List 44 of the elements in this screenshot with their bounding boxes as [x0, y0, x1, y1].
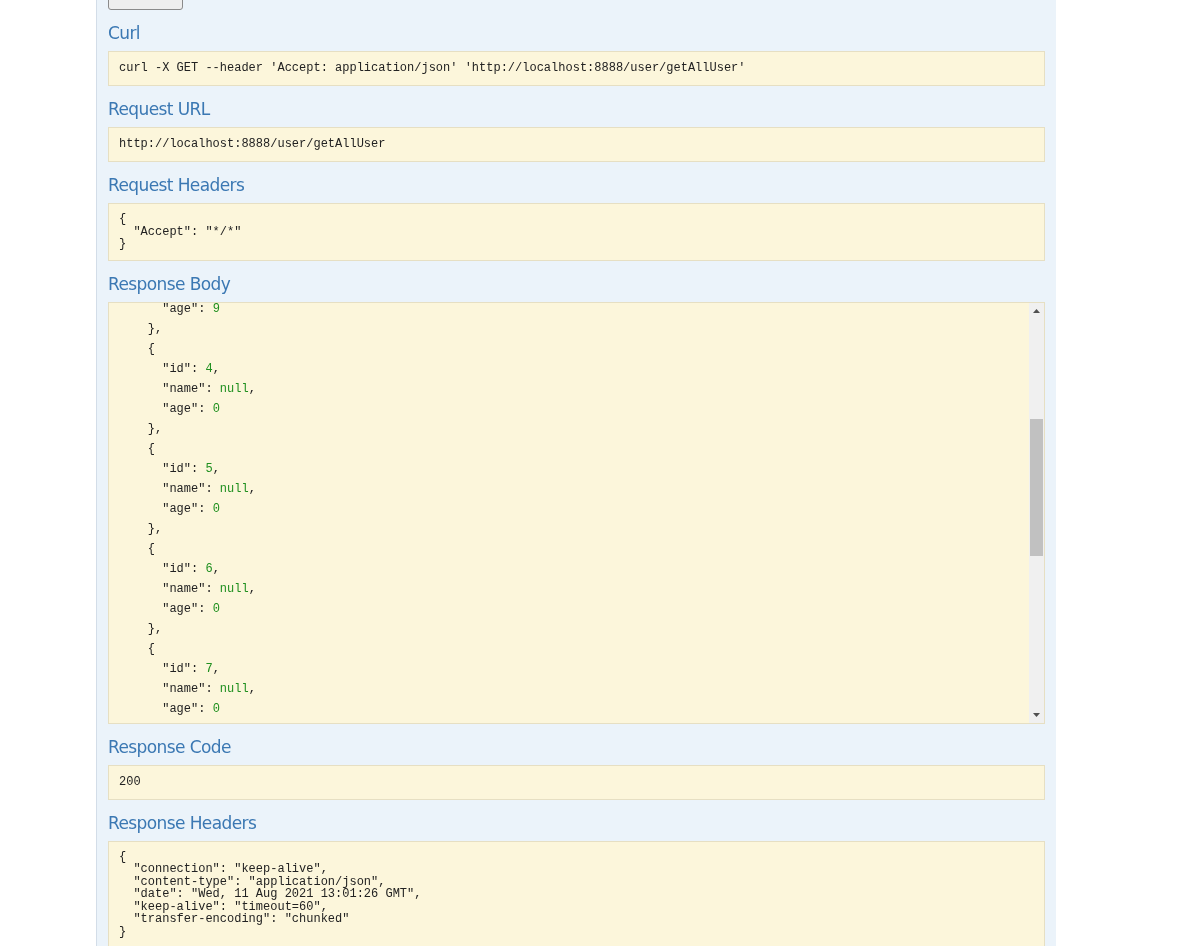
code-line: }, [146, 320, 163, 338]
code-line: "id": 5, [161, 460, 220, 478]
code-line: "name": null, [161, 480, 256, 498]
code-line: "name": null, [161, 680, 256, 698]
code-line: { [146, 640, 155, 658]
scroll-down-arrow-icon[interactable] [1033, 712, 1040, 717]
code-line: }, [146, 620, 163, 638]
code-line: { [119, 850, 127, 863]
section-heading: Curl [108, 22, 141, 45]
code-line: http://localhost:8888/user/getAllUser [119, 137, 386, 152]
code-line: "id": 6, [161, 560, 220, 578]
code-line: "age": 0 [161, 400, 220, 418]
section-heading: Response Code [108, 735, 232, 759]
section-heading: Response Headers [108, 811, 258, 835]
code-line: { [119, 213, 127, 226]
section-heading: Request URL [108, 98, 211, 121]
code-line: "connection": "keep-alive", [132, 863, 328, 876]
section-heading: Request Headers [108, 174, 246, 197]
code-line: { [146, 440, 155, 458]
code-line: "id": 4, [161, 360, 220, 378]
code-line: curl -X GET --header 'Accept: application/json' 'http://localhost:8888/user/getAllUser' [119, 61, 746, 76]
code-line: "keep-alive": "timeout=60", [132, 900, 328, 913]
scroll-up-arrow-icon[interactable] [1033, 308, 1040, 313]
section-heading: Response Body [108, 272, 232, 296]
code-line: "name": null, [161, 380, 256, 398]
code-line: "age": 0 [161, 700, 220, 718]
scrollbar-thumb[interactable] [1030, 418, 1043, 556]
code-line: "Accept": "*/*" [132, 225, 242, 238]
code-line: } [119, 925, 127, 938]
code-line: { [146, 340, 155, 358]
code-line: { [146, 540, 155, 558]
code-line: "age": 9 [161, 302, 220, 318]
code-line: "date": "Wed, 11 Aug 2021 13:01:26 GMT", [132, 888, 422, 901]
code-line: "name": null, [161, 580, 256, 598]
code-line: "age": 0 [161, 500, 220, 518]
code-line: "age": 0 [161, 600, 220, 618]
code-line: "content-type": "application/json", [132, 875, 386, 888]
code-line: "transfer-encoding": "chunked" [132, 913, 350, 926]
code-line: 200 [119, 774, 141, 790]
scrollbar[interactable] [1029, 302, 1044, 723]
code-line: } [119, 238, 127, 251]
code-line: }, [146, 520, 163, 538]
code-line: }, [146, 420, 163, 438]
code-line: "id": 7, [161, 660, 220, 678]
